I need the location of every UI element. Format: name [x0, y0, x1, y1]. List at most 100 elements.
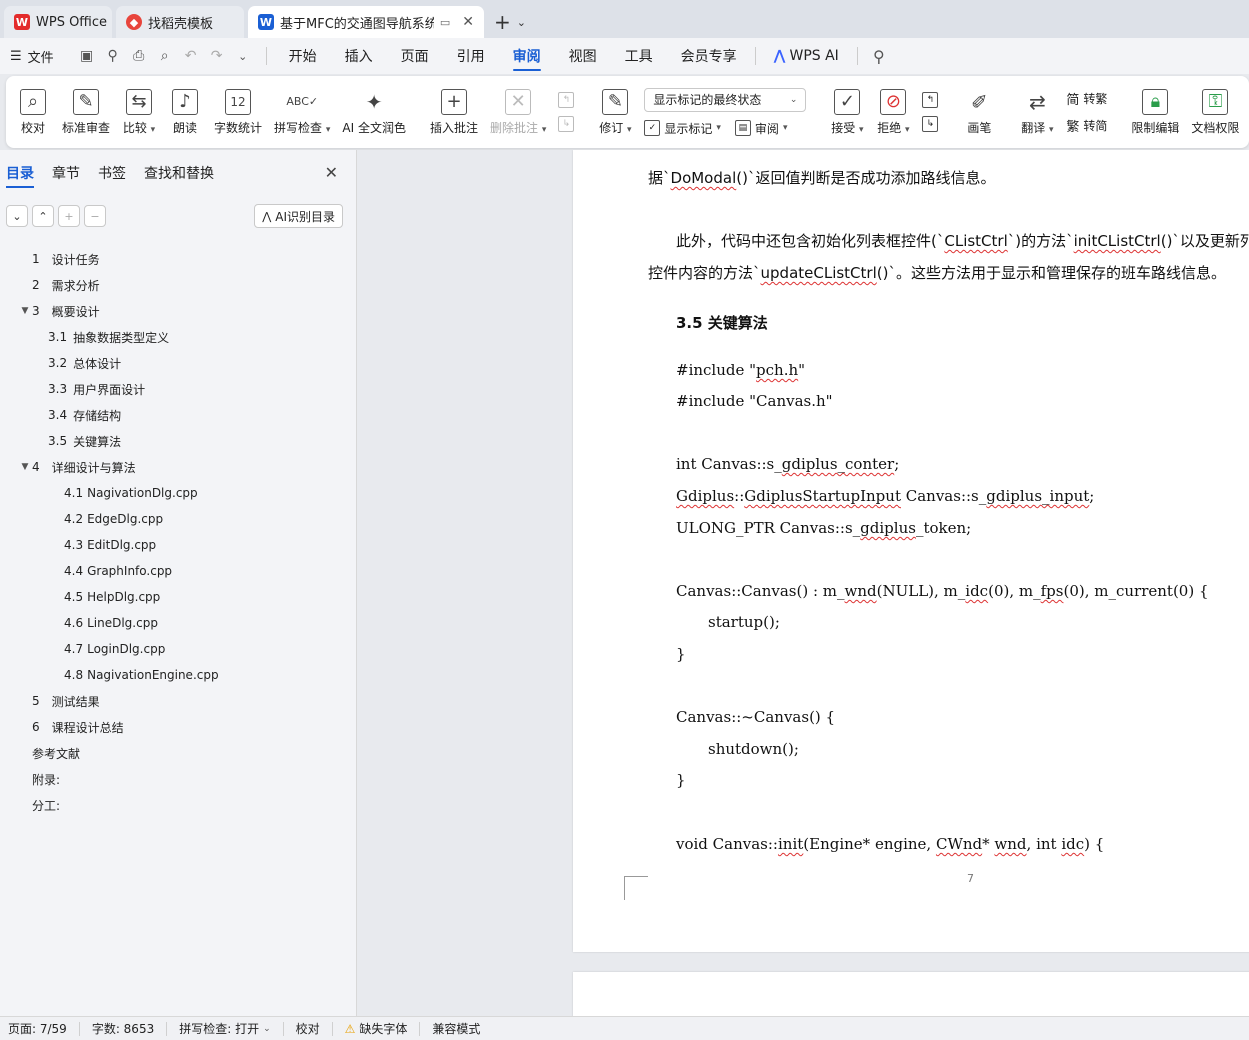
toc-item[interactable]: 4.3 EditDlg.cpp [0, 532, 356, 558]
toc-item[interactable]: 4.7 LoginDlg.cpp [0, 636, 356, 662]
tab-insert[interactable]: 插入 [331, 38, 387, 74]
pen-button[interactable]: ✐ 画笔 [956, 76, 1002, 148]
chevron-down-icon[interactable]: ⌄ [232, 45, 254, 67]
print-preview-icon[interactable]: ⌕ [154, 45, 176, 67]
toc-item[interactable]: 1 设计任务 [0, 246, 356, 272]
toc-item[interactable]: 4.6 LineDlg.cpp [0, 610, 356, 636]
print-icon[interactable]: ⎙ [128, 45, 150, 67]
compare-button[interactable]: ⇆ 比较 ▾ [116, 76, 162, 148]
toc-item[interactable]: 附录: [0, 766, 356, 792]
toc-item[interactable]: 分工: [0, 792, 356, 818]
comment-add-icon: + [440, 88, 467, 115]
accept-button[interactable]: ✓ 接受 ▾ [824, 76, 870, 148]
review-pane-icon: ▤ [734, 120, 751, 136]
read-aloud-button[interactable]: ♪ 朗读 [162, 76, 208, 148]
ai-toc-button[interactable]: ⋀ AI识别目录 [254, 204, 343, 228]
redo-icon[interactable]: ↷ [206, 45, 228, 67]
ai-polish-button[interactable]: ✦ AI 全文润色 [336, 76, 412, 148]
close-icon[interactable]: ✕ [462, 14, 474, 30]
word-count-indicator[interactable]: 字数: 8653 [92, 1021, 168, 1036]
new-tab-button[interactable]: + [488, 6, 517, 38]
triangle-down-icon[interactable]: ▼ [18, 306, 32, 316]
toc-item-label: NagivationDlg.cpp [87, 486, 198, 500]
divider [754, 47, 756, 65]
chevron-up-icon: ⌃ [38, 209, 48, 223]
toc-item[interactable]: 4.2 EdgeDlg.cpp [0, 506, 356, 532]
toc-item[interactable]: 2 需求分析 [0, 272, 356, 298]
add-heading-button[interactable]: + [58, 205, 80, 227]
toc-item-label: 抽象数据类型定义 [73, 330, 170, 345]
tab-wps-ai[interactable]: ⋀ WPS AI [760, 38, 853, 74]
toc-item[interactable]: 3.3 用户界面设计 [0, 376, 356, 402]
close-icon[interactable]: ✕ [325, 163, 338, 182]
review-doc-icon: ✎ [73, 88, 99, 115]
toc-item[interactable]: 参考文献 [0, 740, 356, 766]
chevron-down-icon: ⌄ [263, 1023, 271, 1034]
expand-up-button[interactable]: ⌃ [32, 205, 54, 227]
standard-review-button[interactable]: ✎ 标准审查 [56, 76, 116, 148]
word-count-button[interactable]: 12 字数统计 [208, 76, 268, 148]
tab-review[interactable]: 审阅 [499, 38, 555, 74]
page-indicator[interactable]: 页面: 7/59 [8, 1021, 80, 1036]
tab-docer-templates[interactable]: ◆ 找稻壳模板 [116, 6, 244, 38]
translate-button[interactable]: ⇄ 翻译 ▾ [1014, 76, 1060, 148]
nav-tab-find-replace[interactable]: 查找和替换 [144, 150, 214, 196]
search-icon[interactable]: ⚲ [868, 45, 890, 67]
tab-page[interactable]: 页面 [387, 38, 443, 74]
markup-mode-select[interactable]: 显示标记的最终状态 ⌄ [644, 87, 807, 112]
tab-view[interactable]: 视图 [555, 38, 611, 74]
file-menu[interactable]: ☰ 文件 [10, 47, 54, 66]
proofread-status[interactable]: 校对 [296, 1021, 333, 1036]
toc-item[interactable]: 5 测试结果 [0, 688, 356, 714]
spell-check-toggle[interactable]: 拼写检查: 打开 ⌄ [179, 1021, 284, 1036]
chevron-down-icon[interactable]: ⌄ [517, 6, 526, 38]
triangle-down-icon[interactable]: ▼ [18, 462, 32, 472]
tab-current-document[interactable]: W 基于MFC的交通图导航系统 课 ▭ ✕ [248, 6, 484, 38]
review-pane-button[interactable]: ▤ 审阅 ▾ [734, 120, 787, 137]
share-icon[interactable]: ⚲ [102, 45, 124, 67]
toc-item[interactable]: 4.1 NagivationDlg.cpp [0, 480, 356, 506]
missing-font-status[interactable]: ⚠ 缺失字体 [345, 1021, 421, 1036]
nav-tab-chapters[interactable]: 章节 [52, 150, 80, 196]
toc-item[interactable]: 6 课程设计总结 [0, 714, 356, 740]
tab-tools[interactable]: 工具 [611, 38, 667, 74]
doc-permission-button[interactable]: ⚿ 文档权限 [1185, 76, 1245, 148]
plus-icon: + [64, 209, 74, 223]
nav-tab-toc[interactable]: 目录 [6, 150, 34, 196]
toc-item[interactable]: 4.4 GraphInfo.cpp [0, 558, 356, 584]
to-simplified-button[interactable]: 繁 转简 [1066, 116, 1107, 135]
tab-references[interactable]: 引用 [443, 38, 499, 74]
toc-item[interactable]: 3.1 抽象数据类型定义 [0, 324, 356, 350]
toc-item-label: 分工: [32, 798, 61, 813]
toc-item[interactable]: ▼ 4 详细设计与算法 [0, 454, 356, 480]
next-comment-button[interactable]: ↳ [558, 116, 575, 132]
previous-comment-button[interactable]: ↰ [558, 92, 575, 108]
toc-item[interactable]: 4.8 NagivationEngine.cpp [0, 662, 356, 688]
nav-tab-bookmarks[interactable]: 书签 [98, 150, 126, 196]
reject-button[interactable]: ⊘ 拒绝 ▾ [870, 76, 916, 148]
to-traditional-button[interactable]: 简 转繁 [1066, 89, 1107, 108]
undo-icon[interactable]: ↶ [180, 45, 202, 67]
toc-item[interactable]: 4.5 HelpDlg.cpp [0, 584, 356, 610]
restrict-edit-button[interactable]: 🔒︎ 限制编辑 [1125, 76, 1185, 148]
collapse-all-button[interactable]: ⌄ [6, 205, 28, 227]
tab-home[interactable]: 开始 [275, 38, 331, 74]
menu-bar: ☰ 文件 ▣ ⚲ ⎙ ⌕ ↶ ↷ ⌄ 开始 插入 页面 引用 审阅 视图 工具 … [0, 38, 1249, 74]
tab-member[interactable]: 会员专享 [667, 38, 751, 74]
show-markup-button[interactable]: ✓ 显示标记 ▾ [644, 120, 721, 137]
remove-heading-button[interactable]: − [84, 205, 106, 227]
toc-item[interactable]: 3.4 存储结构 [0, 402, 356, 428]
insert-comment-button[interactable]: + 插入批注 [424, 76, 484, 148]
spell-check-button[interactable]: ABC✓ 拼写检查 ▾ [268, 76, 336, 148]
toc-item-number: 4 [32, 460, 40, 474]
revise-button[interactable]: ✎ 修订 ▾ [592, 76, 638, 148]
toc-item[interactable]: 3.5 关键算法 [0, 428, 356, 454]
previous-change-button[interactable]: ↰ [922, 92, 939, 108]
save-icon[interactable]: ▣ [76, 45, 98, 67]
tab-wps-office[interactable]: W WPS Office [4, 6, 112, 38]
toc-item[interactable]: 3.2 总体设计 [0, 350, 356, 376]
next-change-button[interactable]: ↳ [922, 116, 939, 132]
delete-comment-button[interactable]: ✕ 删除批注 ▾ [484, 76, 552, 148]
toc-item[interactable]: ▼ 3 概要设计 [0, 298, 356, 324]
proofread-button[interactable]: ⌕ 校对 [10, 76, 56, 148]
